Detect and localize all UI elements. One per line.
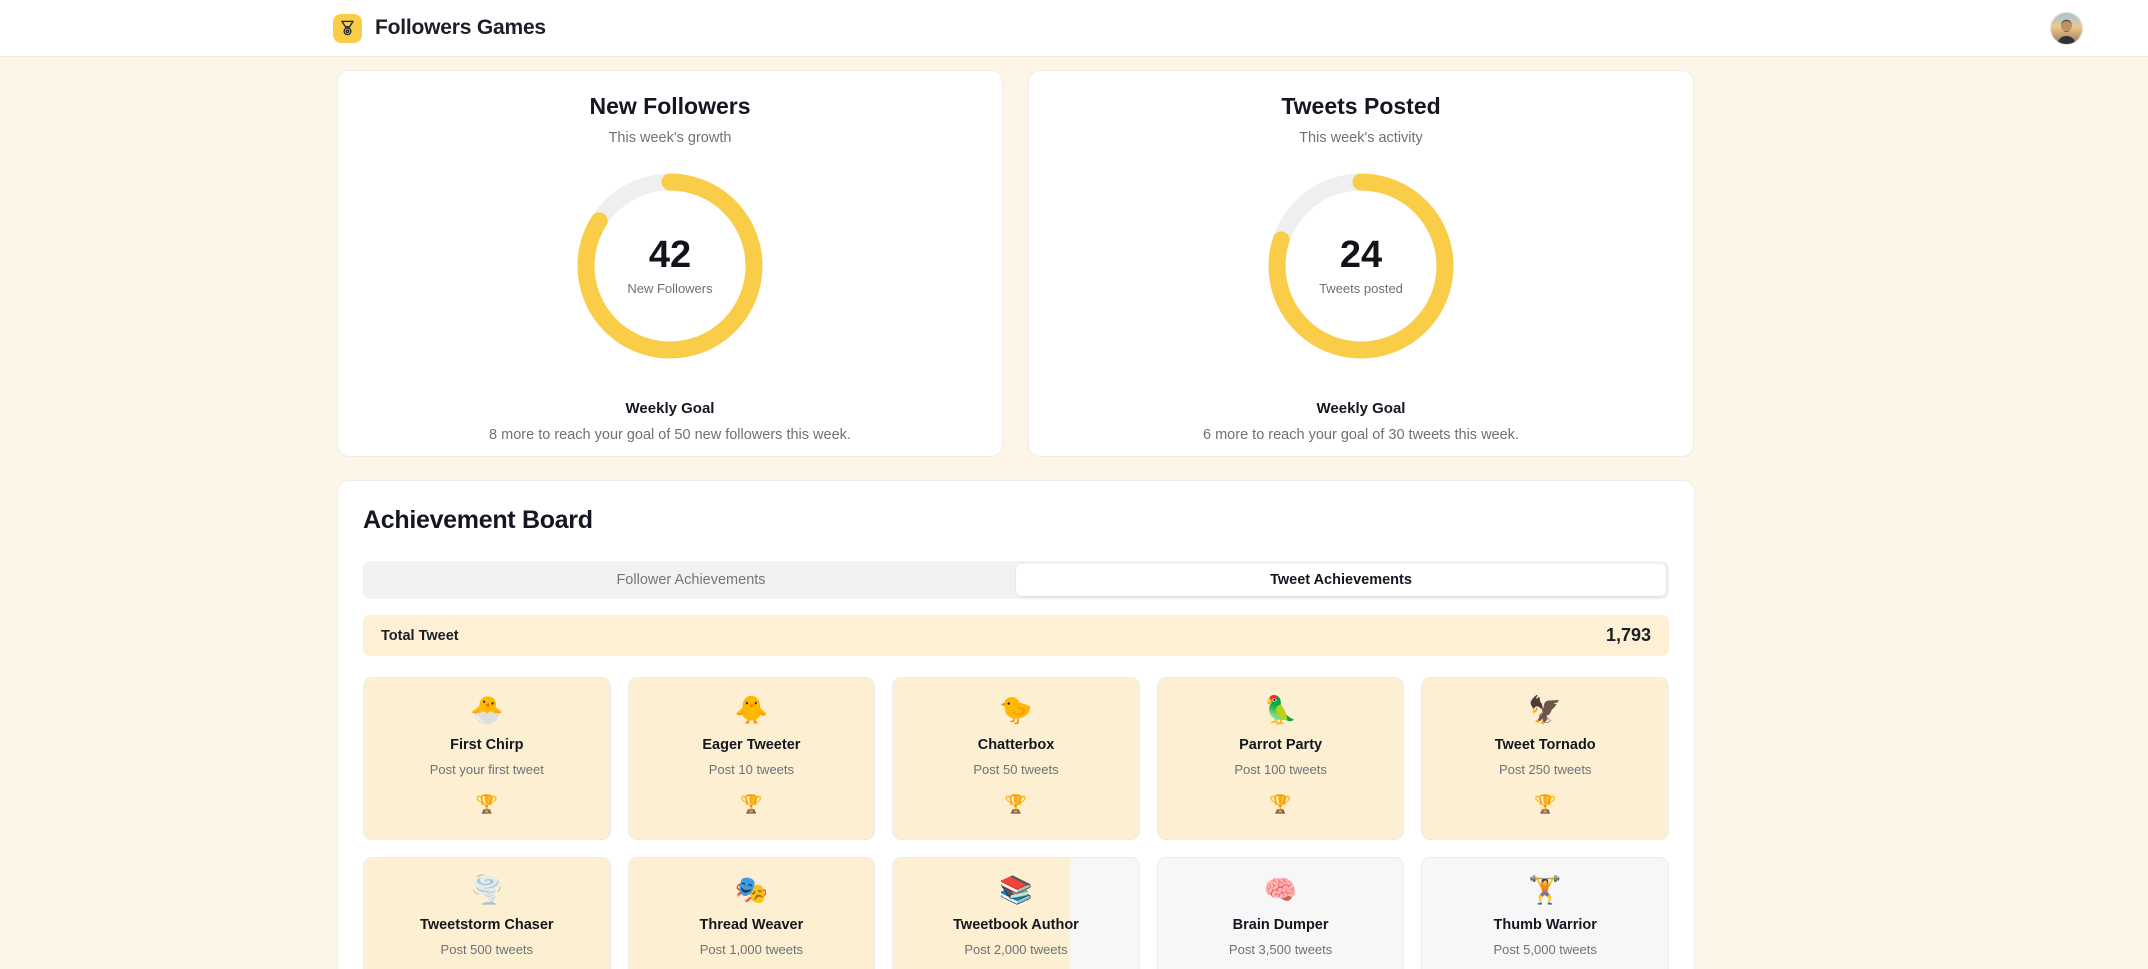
total-tweet-bar: Total Tweet 1,793 (363, 615, 1669, 656)
achievement-name: Tweet Tornado (1494, 737, 1596, 753)
stats-row: New Followers This week's growth 42 New … (337, 70, 1695, 457)
achievement-name: Thread Weaver (699, 917, 804, 933)
achievement-desc: Post 10 tweets (708, 762, 795, 777)
achievement-name: Thumb Warrior (1493, 917, 1597, 933)
performing-arts-icon: 🎭 (734, 875, 769, 905)
goal-text: 6 more to reach your goal of 30 tweets t… (1203, 427, 1519, 443)
achievement-card[interactable]: 🌪️Tweetstorm ChaserPost 500 tweets🏆 (363, 857, 611, 969)
tornado-icon: 🌪️ (469, 875, 504, 905)
achievement-name: Eager Tweeter (702, 737, 801, 753)
achievement-card[interactable]: 🎭Thread WeaverPost 1,000 tweets🏆 (627, 857, 876, 969)
trophy-icon: 🏆 (740, 794, 763, 814)
achievement-card[interactable]: 🦅 Tweet Tornado Post 250 tweets 🏆 (1421, 677, 1669, 840)
achievement-card-body: 🦅 Tweet Tornado Post 250 tweets 🏆 (1422, 696, 1668, 815)
stat-title: Tweets Posted (1281, 93, 1441, 119)
achievement-desc: Post your first tweet (429, 762, 544, 777)
stat-value: 42 (648, 234, 692, 276)
avatar[interactable] (2050, 12, 2083, 45)
trophy-icon: 🏆 (1269, 794, 1292, 814)
hatching-chick-icon: 🐣 (469, 695, 504, 725)
achievement-card[interactable]: 🐤 Chatterbox Post 50 tweets 🏆 (892, 677, 1140, 840)
goal-text: 8 more to reach your goal of 50 new foll… (489, 427, 851, 443)
achievement-desc: Post 1,000 tweets (699, 942, 804, 957)
stat-subtitle: This week's growth (608, 130, 732, 146)
achievement-card-body: 🦜 Parrot Party Post 100 tweets 🏆 (1158, 696, 1404, 815)
stat-card-new-followers: New Followers This week's growth 42 New … (337, 70, 1003, 457)
achievement-card-body: 📚Tweetbook AuthorPost 2,000 tweets🏆 (893, 876, 1139, 969)
achievement-card-body: 🐣 First Chirp Post your first tweet 🏆 (364, 696, 610, 815)
achievement-name: Brain Dumper (1232, 917, 1329, 933)
achievement-card-body: 🏋️Thumb WarriorPost 5,000 tweets🏆 (1422, 876, 1668, 969)
eagle-icon: 🦅 (1528, 695, 1562, 725)
trophy-icon: 🏆 (1533, 794, 1557, 814)
total-value: 1,793 (1605, 625, 1651, 645)
achievement-grid: 🐣 First Chirp Post your first tweet 🏆 🐥 Eager… (363, 677, 1669, 969)
total-label: Total Tweet (381, 627, 459, 644)
brand: Followers Games (333, 13, 546, 43)
achievement-desc: Post 5,000 tweets (1493, 942, 1597, 957)
achievement-card-body: 🌪️Tweetstorm ChaserPost 500 tweets🏆 (364, 876, 610, 969)
board-title: Achievement Board (363, 506, 593, 534)
brain-icon: 🧠 (1263, 875, 1298, 905)
achievement-card[interactable]: 📚Tweetbook AuthorPost 2,000 tweets🏆 (892, 857, 1140, 969)
achievement-card-body: 🐥 Eager Tweeter Post 10 tweets 🏆 (629, 696, 875, 815)
achievement-name: Parrot Party (1239, 737, 1323, 753)
baby-chick-icon: 🐥 (734, 695, 769, 725)
tab-follower-achievements[interactable]: Follower Achievements (366, 564, 1016, 596)
stat-value: 24 (1339, 234, 1383, 276)
stat-value-label: New Followers (627, 281, 713, 296)
achievement-card[interactable]: 🐣 First Chirp Post your first tweet 🏆 (363, 677, 611, 840)
trophy-icon: 🏆 (475, 794, 498, 814)
achievement-desc: Post 500 tweets (440, 942, 534, 957)
achievement-board: Achievement Board Follower Achievements … (337, 480, 1695, 969)
achievement-card-body: 🧠Brain DumperPost 3,500 tweets🏆 (1158, 876, 1404, 969)
page-content: New Followers This week's growth 42 New … (0, 57, 2148, 969)
stat-title: New Followers (589, 93, 751, 119)
achievement-card-body: 🎭Thread WeaverPost 1,000 tweets🏆 (629, 876, 875, 969)
tweets-donut-chart: 24 Tweets posted (1263, 168, 1459, 364)
achievement-desc: Post 100 tweets (1234, 762, 1327, 777)
goal-title: Weekly Goal (625, 400, 715, 417)
tab-tweet-achievements[interactable]: Tweet Achievements (1016, 564, 1666, 596)
front-facing-chick-icon: 🐤 (999, 695, 1033, 725)
goal-title: Weekly Goal (1316, 400, 1406, 417)
achievement-name: Chatterbox (977, 737, 1055, 753)
achievement-desc: Post 3,500 tweets (1228, 942, 1333, 957)
achievement-name: Tweetbook Author (953, 917, 1079, 933)
achievement-desc: Post 50 tweets (973, 762, 1059, 777)
achievement-desc: Post 2,000 tweets (964, 942, 1068, 957)
achievement-tabs: Follower Achievements Tweet Achievements (363, 561, 1669, 599)
stat-value-label: Tweets posted (1319, 281, 1403, 296)
stat-card-tweets-posted: Tweets Posted This week's activity 24 Tw… (1028, 70, 1694, 457)
achievement-name: First Chirp (450, 737, 524, 753)
parrot-icon: 🦜 (1263, 695, 1298, 725)
page-title: Followers Games (375, 16, 546, 39)
app-header: Followers Games (0, 0, 2148, 57)
achievement-card[interactable]: 🐥 Eager Tweeter Post 10 tweets 🏆 (627, 677, 876, 840)
achievement-card-body: 🐤 Chatterbox Post 50 tweets 🏆 (893, 696, 1139, 815)
trophy-icon: 🏆 (1004, 794, 1028, 814)
achievement-card[interactable]: 🏋️Thumb WarriorPost 5,000 tweets🏆 (1421, 857, 1669, 969)
books-icon: 📚 (999, 875, 1033, 905)
followers-donut-chart: 42 New Followers (572, 168, 768, 364)
achievement-card[interactable]: 🧠Brain DumperPost 3,500 tweets🏆 (1156, 857, 1405, 969)
achievement-desc: Post 250 tweets (1498, 762, 1592, 777)
stat-subtitle: This week's activity (1299, 130, 1423, 146)
achievement-name: Tweetstorm Chaser (420, 917, 554, 933)
achievement-card[interactable]: 🦜 Parrot Party Post 100 tweets 🏆 (1156, 677, 1405, 840)
weight-lifter-icon: 🏋️ (1528, 875, 1562, 905)
medal-icon (333, 13, 362, 43)
